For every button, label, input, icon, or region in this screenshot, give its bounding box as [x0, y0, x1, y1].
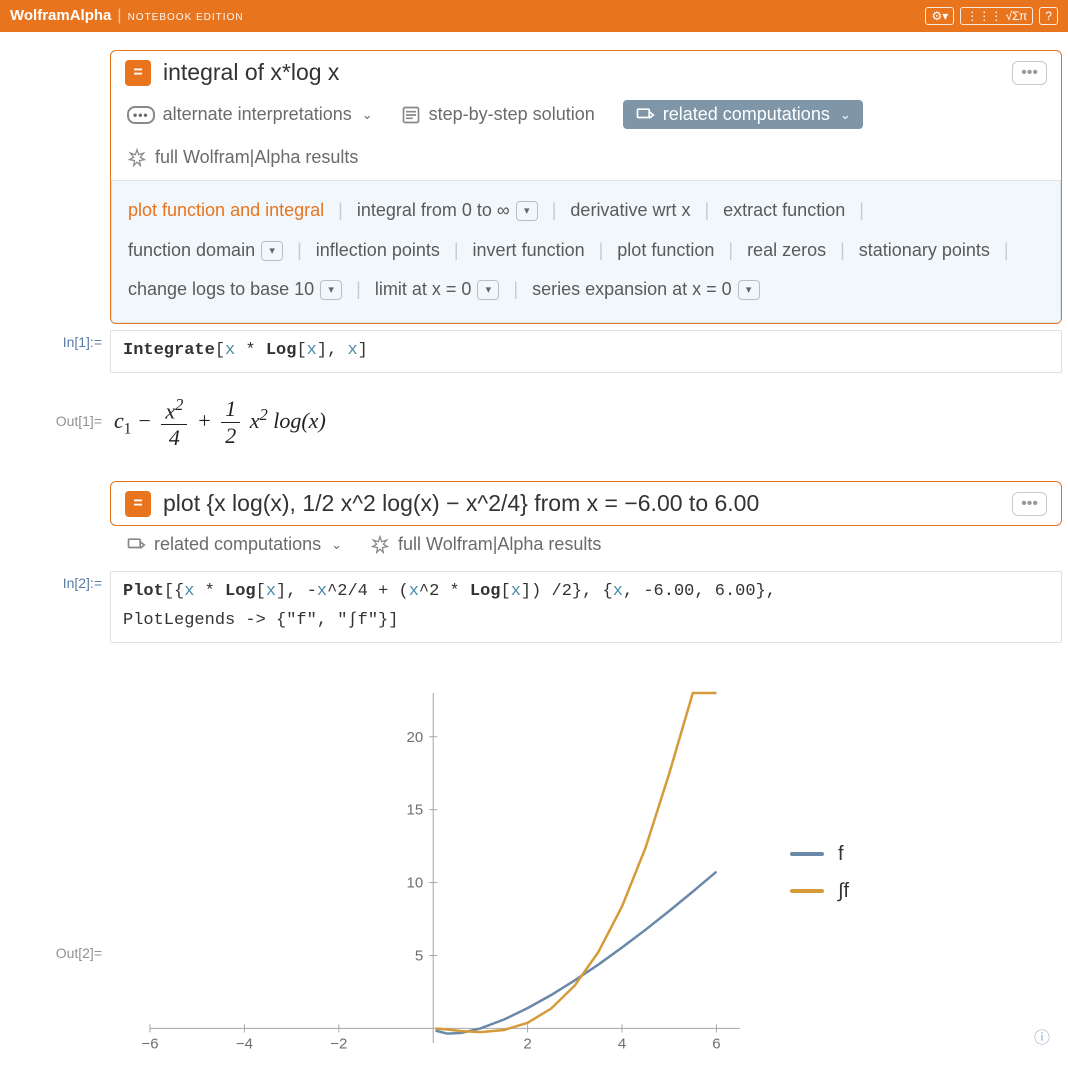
dots-pill-icon: ••• [127, 106, 155, 124]
chevron-down-icon: ⌄ [362, 107, 373, 123]
related-real-zeros[interactable]: real zeros [733, 231, 840, 271]
query-pod-2: = plot {x log(x), 1/2 x^2 log(x) − x^2/4… [110, 481, 1062, 526]
help-icon: ? [1045, 9, 1052, 23]
input-label-2: In[2]:= [6, 571, 110, 591]
output-label-2: Out[2]= [6, 775, 110, 961]
math-palette-icon: ⋮⋮⋮ √Σπ [966, 9, 1027, 23]
related-plot-function[interactable]: plot function [603, 231, 728, 271]
math-palette-button[interactable]: ⋮⋮⋮ √Σπ [960, 7, 1033, 25]
gear-icon: ⚙▾ [931, 9, 948, 23]
dropdown-icon[interactable] [477, 280, 499, 300]
help-button[interactable]: ? [1039, 7, 1058, 25]
related-change-logs-base10[interactable]: change logs to base 10 [128, 270, 356, 310]
more-options-button[interactable]: ••• [1012, 492, 1047, 516]
wolfram-equals-icon: = [125, 491, 151, 517]
spikey-icon [127, 148, 147, 168]
settings-button[interactable]: ⚙▾ [925, 7, 954, 25]
related-computations-panel: plot function and integral| integral fro… [111, 180, 1061, 323]
related-icon [635, 105, 655, 125]
related-icon [126, 535, 146, 555]
dropdown-icon[interactable] [738, 280, 760, 300]
related-plot-function-and-integral[interactable]: plot function and integral [128, 191, 338, 231]
svg-text:5: 5 [415, 947, 423, 964]
related-computations-button-2[interactable]: related computations⌄ [126, 534, 342, 555]
related-series-at-0[interactable]: series expansion at x = 0 [518, 270, 774, 310]
svg-text:15: 15 [407, 801, 424, 818]
related-computations-button[interactable]: related computations⌄ [623, 100, 863, 129]
query-input-2[interactable]: plot {x log(x), 1/2 x^2 log(x) − x^2/4} … [163, 490, 1000, 517]
query-input-1[interactable]: integral of x*log x [163, 59, 1000, 86]
info-icon[interactable]: ⓘ [1034, 1024, 1050, 1048]
query-pod-1: = integral of x*log x ••• ••• alternate … [110, 50, 1062, 324]
output-formula-1: c1 − x24 + 12 x2 log(x) [110, 391, 1062, 451]
input-code-2[interactable]: Plot[{x * Log[x], -x^2/4 + (x^2 * Log[x]… [110, 571, 1062, 643]
chevron-down-icon: ⌄ [331, 537, 342, 553]
svg-text:−6: −6 [141, 1035, 158, 1052]
legend-int-f: ∫f [838, 880, 849, 903]
wolfram-equals-icon: = [125, 60, 151, 86]
svg-text:−4: −4 [236, 1035, 253, 1052]
spikey-icon [370, 535, 390, 555]
input-label-1: In[1]:= [6, 330, 110, 350]
more-options-button[interactable]: ••• [1012, 61, 1047, 85]
brand-title: WolframAlpha [10, 7, 111, 24]
svg-text:4: 4 [618, 1035, 626, 1052]
plot-output: −6 −4 −2 2 4 6 5 10 15 20 f ∫f [110, 663, 1062, 1073]
legend-f: f [838, 843, 844, 866]
input-code-1[interactable]: Integrate[x * Log[x], x] [110, 330, 1062, 373]
related-function-domain[interactable]: function domain [128, 231, 297, 271]
related-derivative-wrt-x[interactable]: derivative wrt x [556, 191, 704, 231]
output-label-1: Out[1]= [6, 413, 110, 429]
related-inflection-points[interactable]: inflection points [302, 231, 454, 271]
app-header: WolframAlpha | NOTEBOOK EDITION ⚙▾ ⋮⋮⋮ √… [0, 0, 1068, 32]
chart-legend: f ∫f [790, 829, 849, 917]
dropdown-icon[interactable] [516, 201, 538, 221]
svg-text:6: 6 [712, 1035, 720, 1052]
step-by-step-button[interactable]: step-by-step solution [401, 104, 595, 125]
dropdown-icon[interactable] [261, 241, 283, 261]
related-invert-function[interactable]: invert function [459, 231, 599, 271]
svg-text:20: 20 [407, 729, 424, 746]
related-stationary-points[interactable]: stationary points [845, 231, 1004, 271]
svg-text:−2: −2 [330, 1035, 347, 1052]
full-results-button-2[interactable]: full Wolfram|Alpha results [370, 534, 601, 555]
dropdown-icon[interactable] [320, 280, 342, 300]
chart-svg: −6 −4 −2 2 4 6 5 10 15 20 [110, 673, 750, 1073]
related-extract-function[interactable]: extract function [709, 191, 859, 231]
full-results-button[interactable]: full Wolfram|Alpha results [127, 147, 358, 168]
brand-subtitle: NOTEBOOK EDITION [128, 12, 244, 23]
svg-text:10: 10 [407, 874, 424, 891]
steps-icon [401, 105, 421, 125]
related-limit-at-0[interactable]: limit at x = 0 [361, 270, 514, 310]
alternate-interpretations-button[interactable]: ••• alternate interpretations⌄ [127, 104, 373, 125]
chevron-down-icon: ⌄ [840, 107, 851, 123]
svg-text:2: 2 [523, 1035, 531, 1052]
related-integral-0-inf[interactable]: integral from 0 to ∞ [343, 191, 552, 231]
